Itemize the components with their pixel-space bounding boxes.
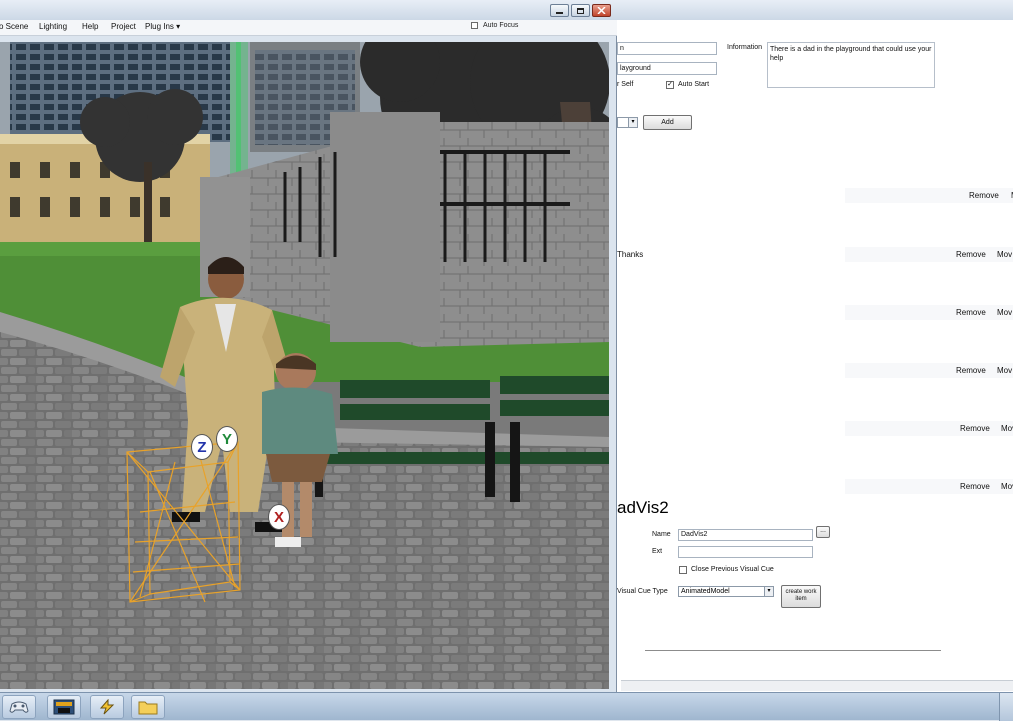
taskbar-app-button[interactable] — [47, 695, 81, 719]
self-label: r Self — [617, 81, 634, 88]
name-field[interactable]: DadVis2 — [678, 529, 813, 541]
scene-menubar: o Scene Lighting Help Project Plug Ins ▾ — [0, 20, 617, 36]
taskbar-tool-button[interactable] — [90, 695, 124, 719]
scene-window: o Scene Lighting Help Project Plug Ins ▾… — [0, 0, 617, 692]
lightning-icon — [99, 699, 115, 715]
auto-start-label: Auto Start — [678, 81, 710, 88]
auto-focus-label: Auto Focus — [483, 22, 519, 29]
gizmo-x-label: X — [273, 509, 284, 526]
gizmo-y-handle[interactable]: Y — [216, 426, 238, 452]
menu-project[interactable]: Project — [111, 22, 136, 31]
menu-plugins[interactable]: Plug Ins ▾ — [145, 22, 180, 31]
show-desktop-button[interactable] — [999, 693, 1013, 721]
remove-link[interactable]: Remove — [956, 366, 986, 375]
maximize-button[interactable] — [571, 4, 590, 17]
auto-focus-checkbox[interactable] — [471, 22, 478, 29]
gizmo-z-label: Z — [197, 439, 207, 456]
auto-start-checkbox[interactable]: ✓ — [666, 81, 674, 89]
visual-cue-heading: adVis2 — [617, 498, 669, 517]
divider — [645, 650, 941, 651]
taskbar — [0, 692, 1013, 721]
visual-cue-type-dropdown[interactable]: AnimatedModel ▾ — [678, 586, 774, 597]
remove-link[interactable]: Remove — [956, 308, 986, 317]
editor-titlebar — [617, 0, 1013, 20]
taskbar-game-controller-button[interactable] — [2, 695, 36, 719]
restore-icon — [577, 8, 584, 14]
information-label: Information — [727, 44, 763, 51]
list-row — [845, 247, 1013, 262]
editor-panel: n layground r Self ✓ Auto Start Informat… — [617, 0, 1013, 692]
close-previous-label: Close Previous Visual Cue — [691, 566, 774, 573]
game-controller-icon — [9, 701, 29, 713]
name-label: Name — [652, 531, 671, 538]
app-window-icon — [53, 699, 75, 715]
close-icon — [597, 7, 606, 14]
menu-lighting[interactable]: Lighting — [39, 22, 67, 31]
ext-label: Ext — [652, 548, 663, 555]
visual-cue-type-label: Visual Cue Type — [617, 588, 668, 595]
taskbar-explorer-button[interactable] — [131, 695, 165, 719]
minimize-button[interactable] — [550, 4, 569, 17]
move-link[interactable]: Mov — [1001, 482, 1013, 491]
remove-link[interactable]: Remove — [960, 424, 990, 433]
scene-render — [0, 42, 609, 689]
remove-link[interactable]: Remove — [969, 191, 999, 200]
gizmo-y-label: Y — [221, 431, 232, 448]
top-field-2[interactable]: layground — [617, 62, 717, 75]
create-work-item-button[interactable]: create work item — [781, 585, 821, 608]
menu-scene[interactable]: o Scene — [0, 22, 28, 31]
chevron-down-icon: ▾ — [764, 587, 773, 596]
folder-icon — [138, 701, 158, 715]
close-previous-checkbox[interactable] — [679, 566, 687, 574]
move-link[interactable]: Mov — [1001, 424, 1013, 433]
menu-help[interactable]: Help — [82, 22, 98, 31]
gizmo-x-handle[interactable]: X — [268, 504, 290, 530]
browse-button[interactable]: ... — [816, 526, 830, 538]
top-field-1[interactable]: n — [617, 42, 717, 55]
scene-titlebar — [0, 0, 617, 20]
chevron-down-icon: ▾ — [628, 118, 637, 127]
move-link[interactable]: Mov — [997, 308, 1012, 317]
remove-link[interactable]: Remove — [960, 482, 990, 491]
list-row — [845, 305, 1013, 320]
gizmo-z-handle[interactable]: Z — [191, 434, 213, 460]
horizontal-scrollbar[interactable] — [621, 680, 1013, 691]
action-type-dropdown[interactable]: ▾ — [617, 117, 638, 128]
close-button[interactable] — [592, 4, 611, 17]
add-button[interactable]: Add — [643, 115, 692, 130]
thanks-label: Thanks — [617, 250, 644, 259]
remove-link[interactable]: Remove — [956, 250, 986, 259]
visual-cue-type-value: AnimatedModel — [681, 588, 730, 595]
list-row — [845, 363, 1013, 378]
minimize-icon — [556, 12, 563, 14]
information-textbox[interactable]: There is a dad in the playground that co… — [767, 42, 935, 88]
move-link[interactable]: Mov — [997, 366, 1012, 375]
move-link[interactable]: Mov — [997, 250, 1012, 259]
ext-field[interactable] — [678, 546, 813, 558]
scene-viewport[interactable]: Z Y X — [0, 42, 609, 689]
